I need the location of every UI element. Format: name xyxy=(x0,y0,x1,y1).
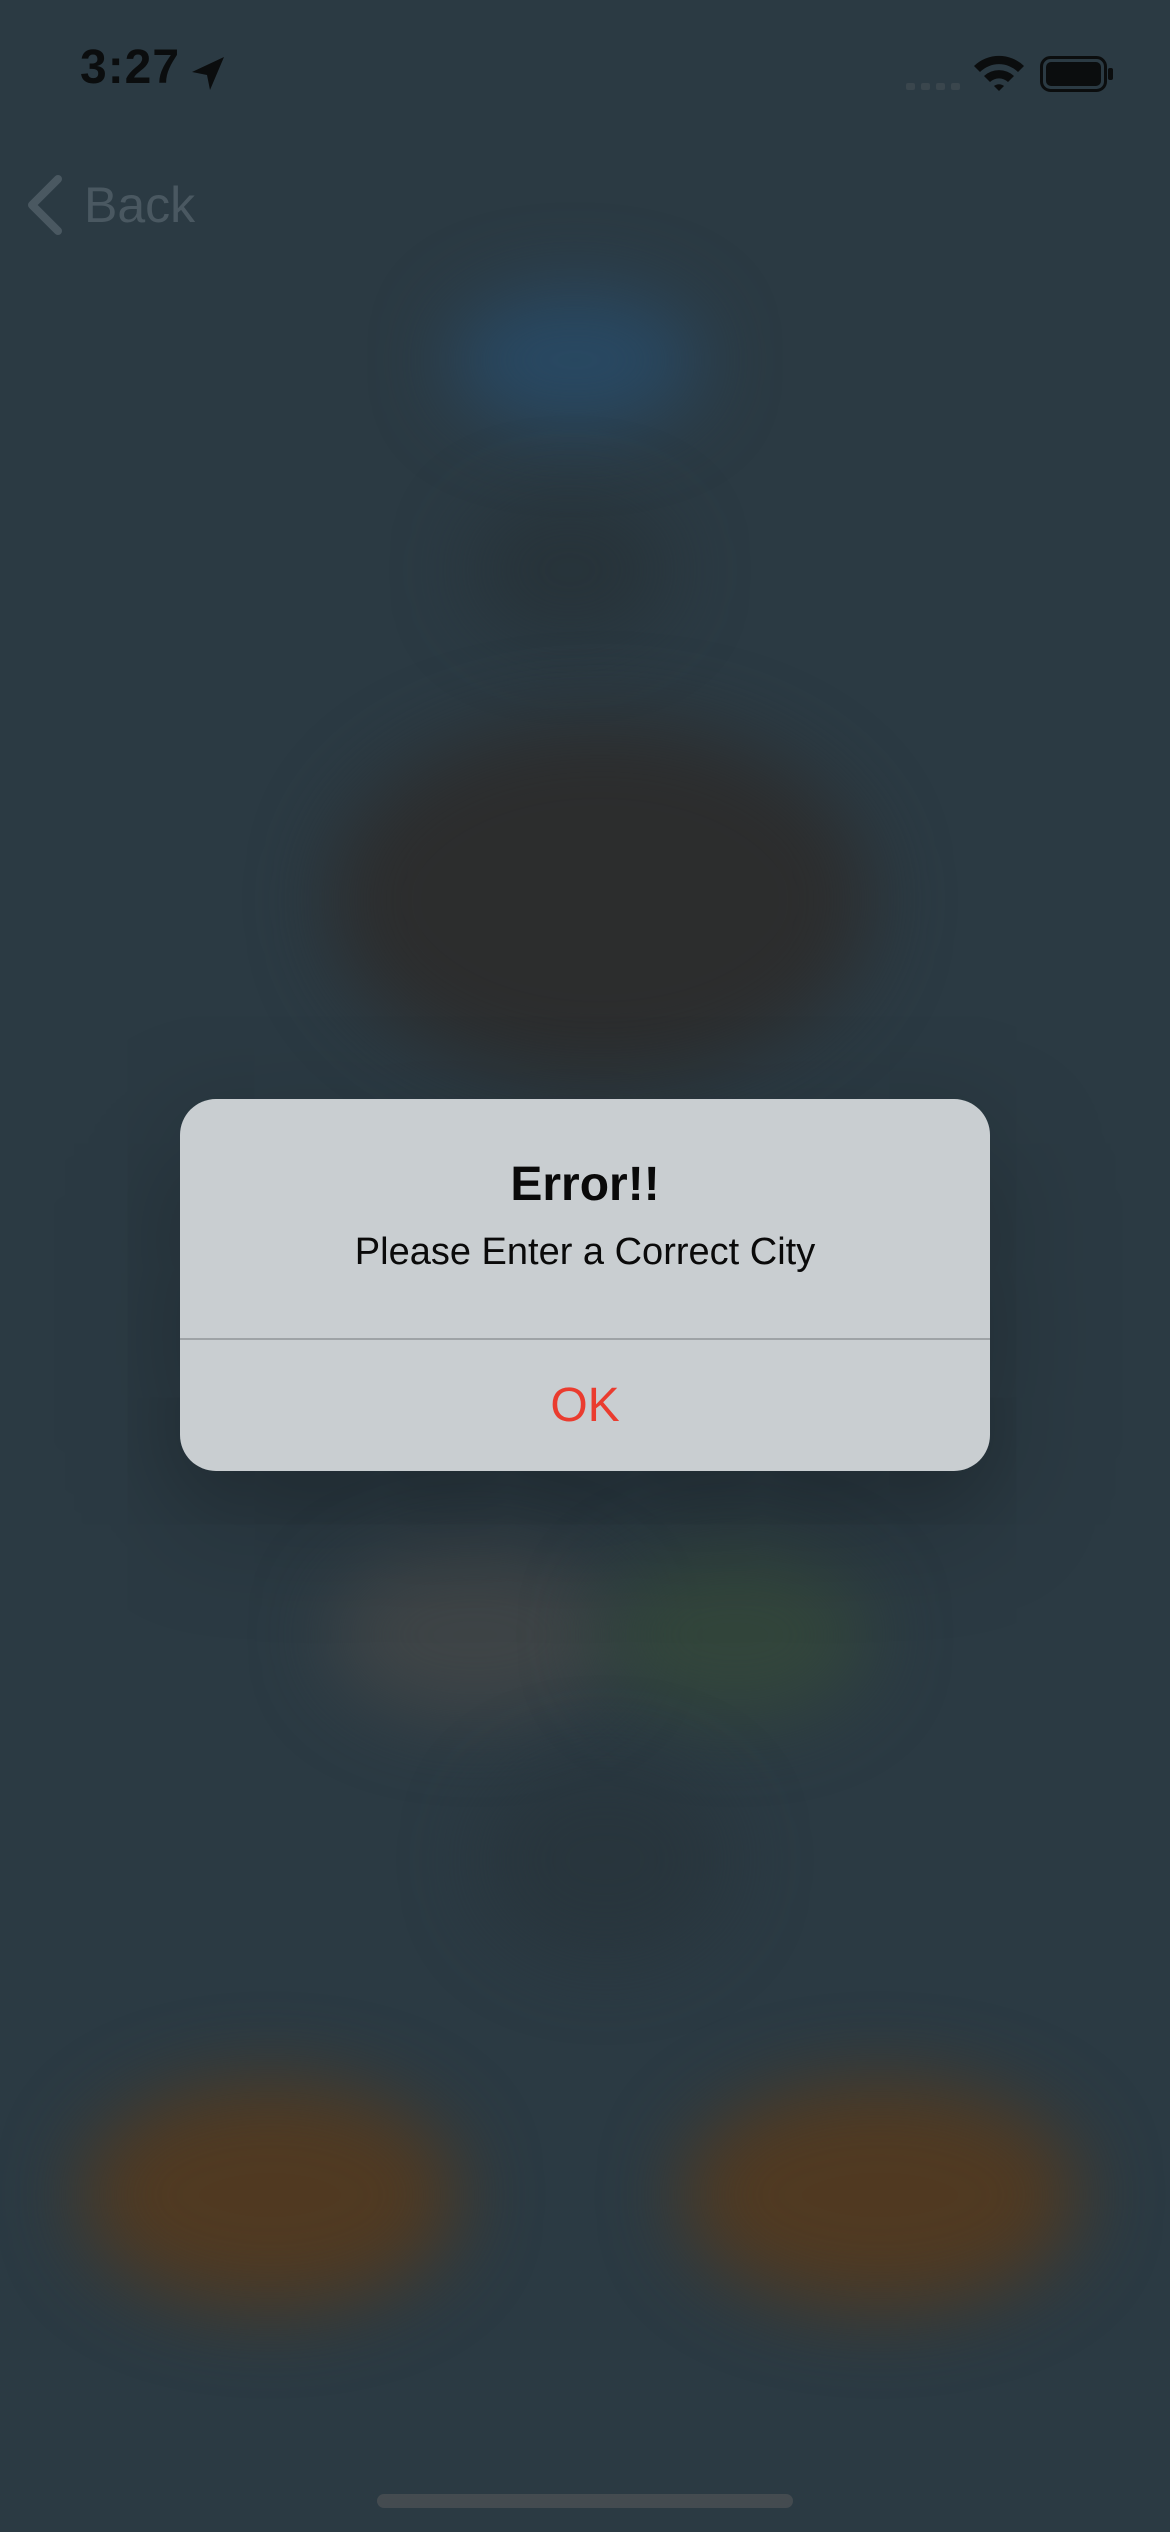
error-alert-dialog: Error!! Please Enter a Correct City OK xyxy=(180,1099,990,1471)
location-arrow-icon xyxy=(192,57,224,90)
blurred-background-shape xyxy=(470,500,670,640)
ok-button[interactable]: OK xyxy=(180,1340,990,1471)
blurred-background-shape xyxy=(600,1550,870,1720)
blurred-background-shape xyxy=(450,290,700,430)
cellular-signal-icon xyxy=(906,83,960,90)
back-button-label: Back xyxy=(84,177,196,233)
alert-message: Please Enter a Correct City xyxy=(354,1231,816,1273)
status-time: 3:27 xyxy=(80,41,181,94)
battery-icon xyxy=(1040,56,1113,92)
app-screen: 3:27 Back Error!! Please Enter a Correct… xyxy=(0,0,1170,2532)
chevron-left-icon xyxy=(28,175,62,235)
blurred-background-shape xyxy=(330,720,870,1080)
wifi-icon xyxy=(974,55,1024,91)
blurred-background-shape xyxy=(330,1550,620,1720)
blurred-background-shape xyxy=(80,2080,460,2310)
status-bar: 3:27 xyxy=(0,0,1170,140)
alert-title: Error!! xyxy=(510,1158,660,1211)
blurred-background-shape xyxy=(480,1760,730,1960)
blurred-background-shape xyxy=(680,2080,1080,2310)
home-indicator[interactable] xyxy=(377,2494,793,2508)
back-button[interactable]: Back xyxy=(24,170,195,240)
